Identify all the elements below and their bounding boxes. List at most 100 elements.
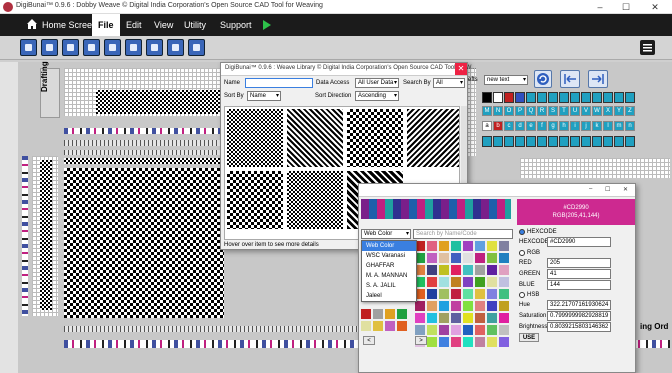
weave-library-titlebar[interactable]: DigiBunai™ 0.9.6 : Weave Library © Digit… bbox=[221, 63, 476, 76]
color-swatch[interactable] bbox=[463, 301, 473, 311]
import-icon[interactable] bbox=[62, 39, 79, 56]
palette-letter[interactable]: M bbox=[482, 106, 492, 116]
palette-swatch[interactable] bbox=[625, 92, 635, 103]
color-swatch[interactable] bbox=[439, 253, 449, 263]
color-swatch[interactable] bbox=[427, 241, 437, 251]
palette-letter[interactable]: T bbox=[559, 106, 569, 116]
palette-swatch[interactable] bbox=[603, 136, 613, 147]
color-swatch[interactable] bbox=[451, 265, 461, 275]
palette-letter[interactable]: i bbox=[570, 121, 580, 131]
color-swatch[interactable] bbox=[463, 289, 473, 299]
palette-letter[interactable]: c bbox=[504, 121, 514, 131]
palette-letter[interactable]: P bbox=[515, 106, 525, 116]
color-swatch[interactable] bbox=[475, 241, 485, 251]
palette-letter[interactable]: Y bbox=[614, 106, 624, 116]
color-swatch[interactable] bbox=[439, 277, 449, 287]
color-swatch[interactable] bbox=[463, 313, 473, 323]
palette-swatch[interactable] bbox=[614, 136, 624, 147]
shift-right-icon[interactable] bbox=[588, 70, 608, 88]
refresh-icon[interactable] bbox=[534, 70, 552, 88]
color-swatch[interactable] bbox=[361, 309, 371, 319]
color-swatch[interactable] bbox=[427, 253, 437, 263]
hue-input[interactable]: 322.21707161930624 bbox=[547, 300, 611, 310]
menu-edit[interactable]: Edit bbox=[120, 14, 148, 36]
color-swatch[interactable] bbox=[499, 253, 509, 263]
palette-swatch[interactable] bbox=[570, 136, 580, 147]
color-swatch[interactable] bbox=[415, 301, 425, 311]
menu-file[interactable]: File bbox=[92, 14, 120, 36]
close-button[interactable]: ✕ bbox=[645, 1, 665, 13]
color-swatch[interactable] bbox=[499, 289, 509, 299]
color-swatch[interactable] bbox=[451, 313, 461, 323]
palette-letter[interactable]: V bbox=[581, 106, 591, 116]
palette-letter[interactable]: d bbox=[515, 121, 525, 131]
palette-swatch[interactable] bbox=[592, 92, 602, 103]
color-swatch[interactable] bbox=[475, 313, 485, 323]
use-color-button[interactable]: USE bbox=[519, 333, 539, 342]
color-swatch[interactable] bbox=[415, 313, 425, 323]
color-swatch[interactable] bbox=[499, 277, 509, 287]
palette-swatch[interactable] bbox=[515, 92, 525, 103]
fabric-design-canvas[interactable] bbox=[64, 168, 224, 318]
color-swatch[interactable] bbox=[451, 277, 461, 287]
weave-thumbnail[interactable] bbox=[347, 109, 403, 167]
color-swatch[interactable] bbox=[439, 241, 449, 251]
treadling-pattern[interactable] bbox=[40, 160, 52, 310]
color-swatch[interactable] bbox=[499, 241, 509, 251]
palette-swatch[interactable] bbox=[526, 136, 536, 147]
save-as-icon[interactable] bbox=[125, 39, 142, 56]
palette-swatch[interactable] bbox=[537, 92, 547, 103]
color-swatch[interactable] bbox=[451, 241, 461, 251]
color-swatch[interactable] bbox=[487, 241, 497, 251]
color-swatch[interactable] bbox=[499, 325, 509, 335]
color-swatch[interactable] bbox=[373, 321, 383, 331]
color-swatch[interactable] bbox=[475, 265, 485, 275]
bottom-warp-strip[interactable] bbox=[64, 340, 360, 348]
palette-swatch[interactable] bbox=[581, 136, 591, 147]
open-folder-icon[interactable] bbox=[41, 39, 58, 56]
menu-utility[interactable]: Utility bbox=[178, 14, 212, 36]
color-swatch[interactable] bbox=[439, 313, 449, 323]
palette-swatch[interactable] bbox=[592, 136, 602, 147]
color-swatch[interactable] bbox=[427, 337, 437, 347]
recent-color-strip[interactable] bbox=[361, 199, 511, 219]
color-swatch[interactable] bbox=[499, 313, 509, 323]
weave-thumbnail[interactable] bbox=[287, 109, 343, 167]
palette-letter[interactable]: l bbox=[603, 121, 613, 131]
sort-direction-select[interactable]: Ascending bbox=[355, 91, 399, 101]
palette-letter[interactable]: a bbox=[482, 121, 492, 131]
color-type-option[interactable]: WSC Varanasi bbox=[362, 251, 416, 261]
palette-letter[interactable]: n bbox=[625, 121, 635, 131]
palette-letter[interactable]: O bbox=[504, 106, 514, 116]
palette-letter[interactable]: f bbox=[537, 121, 547, 131]
weave-thumbnail[interactable] bbox=[227, 171, 283, 229]
palette-letter[interactable]: X bbox=[603, 106, 613, 116]
color-dialog-minimize[interactable]: – bbox=[589, 186, 592, 192]
print-icon[interactable] bbox=[188, 39, 205, 56]
palette-letter[interactable]: N bbox=[493, 106, 503, 116]
color-swatch[interactable] bbox=[439, 325, 449, 335]
color-swatch[interactable] bbox=[487, 289, 497, 299]
palette-letter[interactable]: Z bbox=[625, 106, 635, 116]
name-input[interactable] bbox=[245, 78, 313, 88]
color-swatch[interactable] bbox=[415, 325, 425, 335]
color-dialog-close[interactable]: ✕ bbox=[623, 186, 628, 193]
palette-swatch[interactable] bbox=[548, 92, 558, 103]
color-swatch[interactable] bbox=[427, 325, 437, 335]
share-icon[interactable] bbox=[167, 39, 184, 56]
color-type-option[interactable]: S. A. JALIL bbox=[362, 281, 416, 291]
next-page-button[interactable]: > bbox=[415, 336, 427, 345]
color-type-option[interactable]: GHAFFAR bbox=[362, 261, 416, 271]
brightness-input[interactable]: 0.8039215803146362 bbox=[547, 322, 611, 332]
palette-swatch[interactable] bbox=[493, 136, 503, 147]
color-swatch[interactable] bbox=[427, 301, 437, 311]
color-swatch[interactable] bbox=[427, 265, 437, 275]
palette-swatch[interactable] bbox=[570, 92, 580, 103]
color-type-option[interactable]: Web Color bbox=[362, 241, 416, 251]
color-swatch[interactable] bbox=[475, 337, 485, 347]
hsb-radio[interactable] bbox=[519, 292, 525, 298]
color-picker-titlebar[interactable]: – ☐ ✕ bbox=[359, 184, 635, 197]
palette-swatch[interactable] bbox=[537, 136, 547, 147]
color-swatch[interactable] bbox=[361, 321, 371, 331]
search-by-select[interactable]: All bbox=[433, 78, 465, 88]
